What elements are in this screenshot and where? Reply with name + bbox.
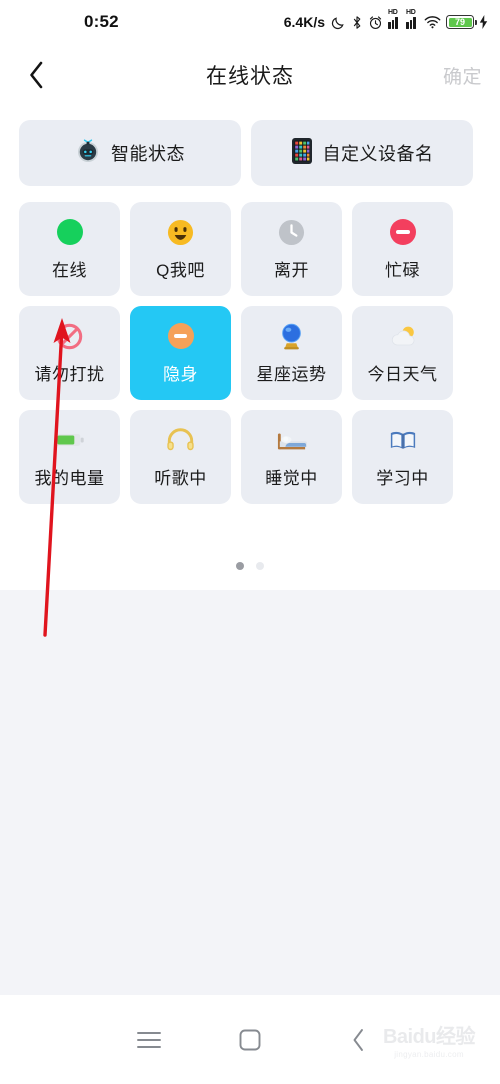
status-tile-listening-music[interactable]: 听歌中 — [130, 410, 231, 504]
status-bar: 0:52 6.4K/s HD HD 79 — [0, 0, 500, 44]
status-bar-time: 0:52 — [84, 12, 119, 31]
status-tile-away[interactable]: 离开 — [241, 202, 342, 296]
status-tile-label: 今日天气 — [367, 365, 438, 384]
hd-signal-icon: HD — [388, 9, 401, 29]
system-navigation-bar: Baidu经验 jingyan.baidu.com — [0, 995, 500, 1084]
crystal-ball-icon — [277, 321, 307, 351]
status-grid: 在线 Q我吧 离开 忙碌 请勿打扰 隐身 星座运势 今日天气 我的电量 听歌中 … — [19, 202, 453, 504]
device-grid-icon — [291, 137, 313, 170]
status-tile-studying[interactable]: 学习中 — [352, 410, 453, 504]
page-header: 在线状态 确定 — [0, 44, 500, 106]
status-tile-horoscope[interactable]: 星座运势 — [241, 306, 342, 400]
status-tile-invisible[interactable]: 隐身 — [130, 306, 231, 400]
status-tile-label: 请勿打扰 — [34, 365, 105, 384]
smart-status-button[interactable]: 智能状态 — [19, 120, 241, 186]
battery-icon — [55, 425, 85, 455]
status-tile-online[interactable]: 在线 — [19, 202, 120, 296]
back-button[interactable] — [16, 55, 56, 95]
battery-percent-label: 79 — [454, 16, 465, 27]
bluetooth-icon — [351, 15, 363, 30]
green-dot-icon — [55, 217, 85, 247]
home-icon[interactable] — [220, 1015, 280, 1065]
page-background-area — [0, 590, 500, 995]
status-tile-label: 睡觉中 — [265, 469, 318, 488]
menu-icon[interactable] — [119, 1015, 179, 1065]
status-tile-busy[interactable]: 忙碌 — [352, 202, 453, 296]
status-tile-label: 学习中 — [376, 469, 429, 488]
status-tile-label: 隐身 — [163, 365, 198, 384]
alarm-icon — [368, 15, 383, 30]
status-tile-label: 我的电量 — [34, 469, 105, 488]
top-actions-row: 智能状态 自定义设备名 — [19, 120, 473, 186]
status-tile-qme[interactable]: Q我吧 — [130, 202, 231, 296]
network-speed-label: 6.4K/s — [283, 14, 325, 30]
status-tile-label: Q我吧 — [156, 261, 205, 280]
invisible-icon — [166, 321, 196, 351]
smart-status-label: 智能状态 — [111, 144, 185, 164]
open-book-icon — [388, 425, 418, 455]
custom-device-name-label: 自定义设备名 — [322, 144, 434, 164]
wifi-icon — [424, 15, 441, 29]
status-tile-label: 星座运势 — [256, 365, 327, 384]
phone-screen: 0:52 6.4K/s HD HD 79 在线状态 确定 智能状态 自定义设备名… — [0, 0, 500, 1084]
watermark-main-label: Baidu经验 — [382, 1026, 476, 1048]
status-tile-label: 在线 — [52, 261, 87, 280]
hd-signal-icon: HD — [406, 9, 419, 29]
pagination-dot[interactable] — [256, 562, 264, 570]
status-bar-icons: 6.4K/s HD HD 79 — [283, 9, 488, 33]
status-tile-label: 听歌中 — [154, 469, 207, 488]
sun-cloud-icon — [388, 321, 418, 351]
watermark-sub-label: jingyan.baidu.com — [394, 1050, 464, 1059]
robot-icon — [75, 138, 101, 169]
status-tile-weather[interactable]: 今日天气 — [352, 306, 453, 400]
charging-bolt-icon — [479, 15, 488, 29]
battery-icon: 79 — [446, 15, 477, 29]
status-tile-sleeping[interactable]: 睡觉中 — [241, 410, 342, 504]
pagination-dot-active[interactable] — [236, 562, 244, 570]
back-icon[interactable] — [328, 1015, 388, 1065]
page-title: 在线状态 — [206, 65, 294, 88]
headphones-icon — [166, 425, 196, 455]
status-tile-do-not-disturb[interactable]: 请勿打扰 — [19, 306, 120, 400]
status-tile-my-battery[interactable]: 我的电量 — [19, 410, 120, 504]
custom-device-name-button[interactable]: 自定义设备名 — [251, 120, 473, 186]
busy-minus-icon — [388, 217, 418, 247]
status-tile-label: 忙碌 — [385, 261, 420, 280]
status-card: 智能状态 自定义设备名 在线 Q我吧 离开 忙碌 请勿打扰 隐身 星座运势 今日… — [0, 106, 500, 590]
smiley-icon — [166, 217, 196, 247]
pagination-dots — [0, 562, 500, 570]
clock-icon — [277, 217, 307, 247]
status-tile-label: 离开 — [274, 261, 309, 280]
moon-icon — [331, 15, 346, 30]
confirm-button[interactable]: 确定 — [443, 62, 482, 89]
no-entry-icon — [55, 321, 85, 351]
bed-icon — [277, 425, 307, 455]
